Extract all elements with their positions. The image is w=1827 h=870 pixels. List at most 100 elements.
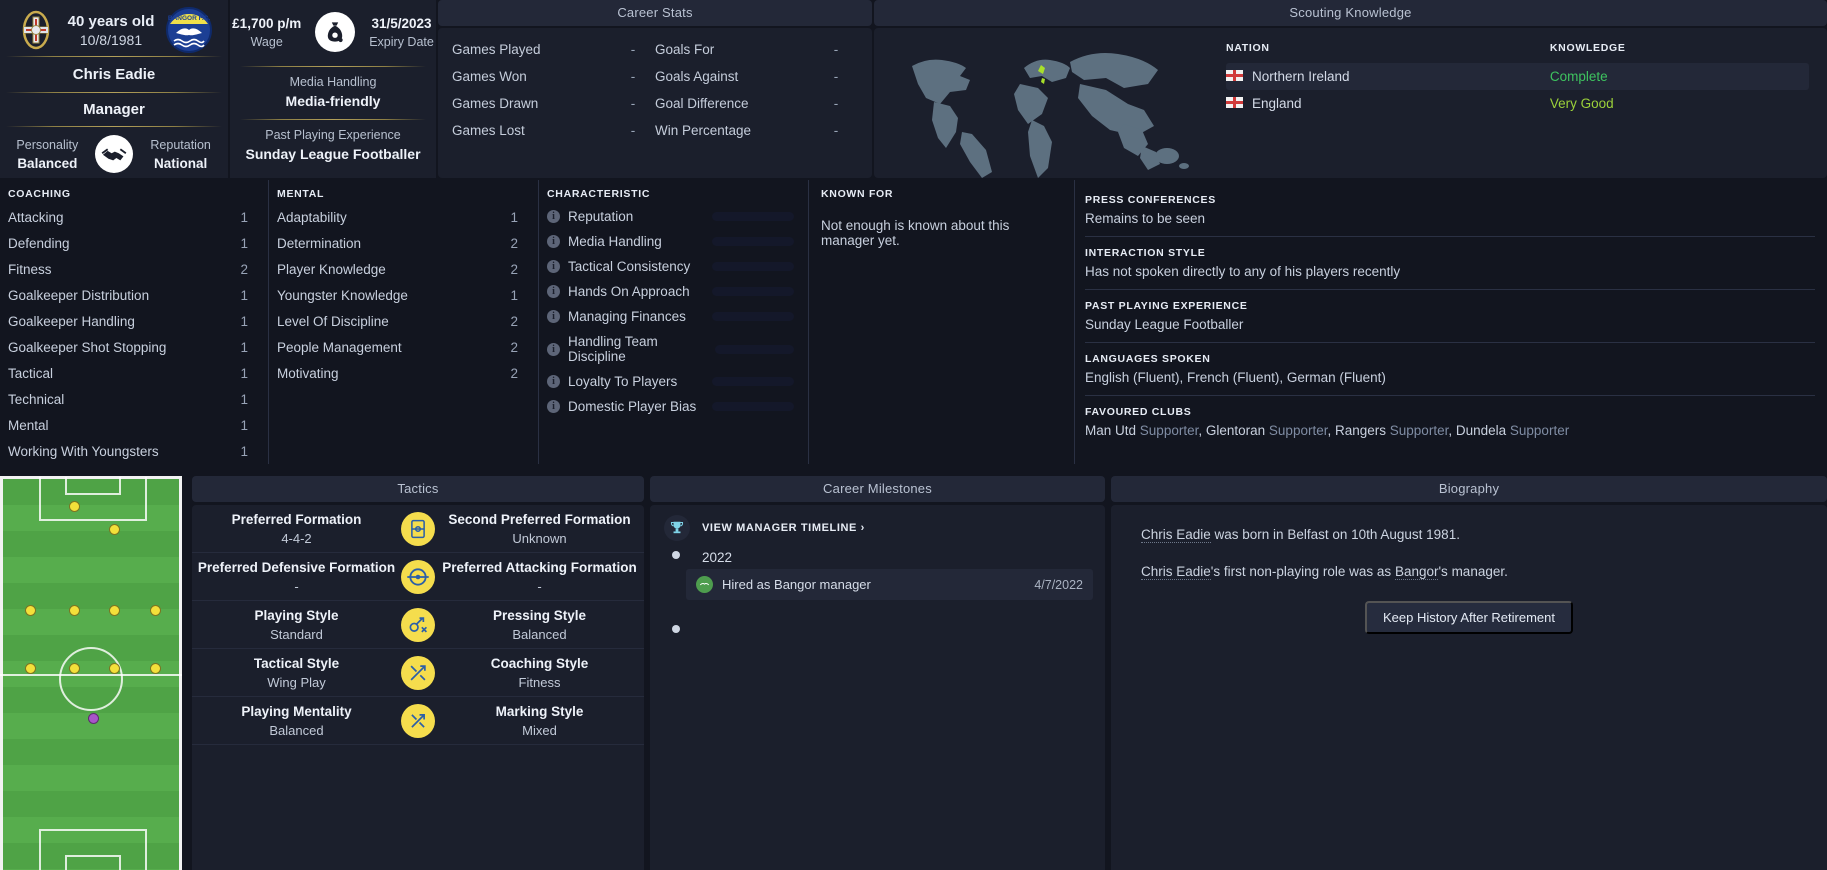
- career-stat-label: Win Percentage: [655, 123, 752, 138]
- attribute-row[interactable]: Determination 2: [269, 230, 528, 256]
- press-block-heading: PRESS CONFERENCES: [1085, 194, 1216, 206]
- timeline-dot-top: [672, 551, 680, 559]
- favoured-club-name[interactable]: Rangers: [1335, 423, 1386, 438]
- target-icon: [401, 559, 435, 594]
- bio-text-1: was born in Belfast on 10th August 1981.: [1210, 527, 1460, 542]
- attribute-value: 1: [240, 339, 248, 355]
- attribute-row[interactable]: Goalkeeper Distribution 1: [0, 282, 258, 308]
- goalkeeper-dot[interactable]: [88, 713, 99, 724]
- characteristic-row[interactable]: i Hands On Approach: [539, 279, 798, 304]
- attribute-row[interactable]: Level Of Discipline 2: [269, 308, 528, 334]
- attribute-name: Player Knowledge: [277, 261, 386, 277]
- characteristic-row[interactable]: i Managing Finances: [539, 304, 798, 329]
- favoured-club-name[interactable]: Dundela: [1456, 423, 1506, 438]
- characteristic-row[interactable]: i Media Handling: [539, 229, 798, 254]
- player-dot[interactable]: [69, 663, 80, 674]
- career-stats-grid: Games Played - Goals For - Games Won - Goals A…: [452, 37, 858, 143]
- mentality-icon: [401, 703, 435, 738]
- attribute-row[interactable]: Goalkeeper Handling 1: [0, 308, 258, 334]
- attribute-name: People Management: [277, 339, 402, 355]
- divider: [1085, 289, 1815, 290]
- attribute-row[interactable]: Attacking 1: [0, 204, 258, 230]
- attribute-name: Level Of Discipline: [277, 313, 389, 329]
- attribute-row[interactable]: Fitness 2: [0, 256, 258, 282]
- player-dot[interactable]: [25, 605, 36, 616]
- biography-title: Biography: [1111, 476, 1827, 502]
- characteristic-list: i Reputation i Media Handling i Tactical Cons…: [539, 204, 798, 419]
- past-experience-value: Sunday League Footballer: [245, 146, 421, 162]
- attribute-row[interactable]: Working With Youngsters 1: [0, 438, 258, 464]
- favoured-club-relation: Supporter: [1268, 423, 1328, 438]
- characteristic-heading: CHARACTERISTIC: [547, 188, 651, 200]
- attribute-value: 1: [240, 313, 248, 329]
- attribute-row[interactable]: Defending 1: [0, 230, 258, 256]
- tactics-right-value: -: [537, 578, 542, 594]
- attribute-value: 1: [240, 287, 248, 303]
- player-dot[interactable]: [109, 524, 120, 535]
- info-icon[interactable]: i: [547, 375, 560, 388]
- tactics-right-label: Pressing Style: [492, 607, 587, 623]
- characteristic-row[interactable]: i Handling Team Discipline: [539, 329, 798, 369]
- attribute-value: 2: [510, 261, 518, 277]
- tactics-right-label: Marking Style: [495, 703, 584, 719]
- pitch-graphic[interactable]: [0, 476, 182, 870]
- favoured-club-relation: Supporter: [1139, 423, 1199, 438]
- attribute-row[interactable]: Technical 1: [0, 386, 258, 412]
- attribute-row[interactable]: Youngster Knowledge 1: [269, 282, 528, 308]
- player-dot[interactable]: [150, 663, 161, 674]
- info-icon[interactable]: i: [547, 400, 560, 413]
- formation-pitch-panel[interactable]: [0, 476, 186, 870]
- keep-history-after-retirement-button[interactable]: Keep History After Retirement: [1365, 601, 1573, 634]
- info-icon[interactable]: i: [547, 285, 560, 298]
- milestone-date: 4/7/2022: [1034, 577, 1083, 592]
- player-dot[interactable]: [69, 605, 80, 616]
- press-column: PRESS CONFERENCES Remains to be seen INTER…: [1074, 180, 1827, 464]
- view-manager-timeline-link[interactable]: VIEW MANAGER TIMELINE ›: [702, 522, 865, 534]
- six-yard-box-top: [65, 477, 121, 495]
- favoured-club-name[interactable]: Man Utd: [1085, 423, 1136, 438]
- tactics-rows: Preferred Formation 4-4-2 Second Preferred…: [192, 505, 644, 745]
- favoured-club-name[interactable]: Glentoran: [1206, 423, 1265, 438]
- characteristic-row[interactable]: i Reputation: [539, 204, 798, 229]
- player-dot[interactable]: [150, 605, 161, 616]
- characteristic-row[interactable]: i Tactical Consistency: [539, 254, 798, 279]
- pitch-icon: [401, 511, 435, 546]
- timeline-line: [675, 553, 677, 627]
- characteristic-name: Domestic Player Bias: [568, 399, 697, 414]
- world-map[interactable]: [874, 28, 1204, 178]
- timeline-link-row[interactable]: VIEW MANAGER TIMELINE ›: [664, 515, 1093, 541]
- info-icon[interactable]: i: [547, 210, 560, 223]
- info-icon[interactable]: i: [547, 260, 560, 273]
- knowledge-row[interactable]: Northern Ireland Complete: [1226, 63, 1809, 90]
- player-dot[interactable]: [109, 663, 120, 674]
- press-block-text: Remains to be seen: [1085, 211, 1206, 226]
- contract-header: £1,700 p/m Wage 31/5/2023 Expiry Date: [230, 12, 436, 52]
- knowledge-row[interactable]: England Very Good: [1226, 90, 1809, 117]
- info-icon[interactable]: i: [547, 342, 560, 356]
- tactics-right: Coaching Style Fitness: [435, 656, 644, 690]
- attribute-row[interactable]: People Management 2: [269, 334, 528, 360]
- attribute-row[interactable]: Motivating 2: [269, 360, 528, 386]
- press-block-heading: INTERACTION STYLE: [1085, 247, 1206, 259]
- info-icon[interactable]: i: [547, 310, 560, 323]
- characteristic-row[interactable]: i Loyalty To Players: [539, 369, 798, 394]
- milestone-entry[interactable]: Hired as Bangor manager 4/7/2022: [686, 569, 1093, 600]
- coaching-heading: COACHING: [8, 188, 71, 200]
- nation-name: Northern Ireland: [1252, 69, 1350, 84]
- press-blocks: PRESS CONFERENCES Remains to be seen INTER…: [1085, 188, 1827, 393]
- player-dot[interactable]: [109, 605, 120, 616]
- attribute-row[interactable]: Tactical 1: [0, 360, 258, 386]
- attribute-row[interactable]: Goalkeeper Shot Stopping 1: [0, 334, 258, 360]
- tactics-left-value: Wing Play: [267, 674, 326, 690]
- attribute-row[interactable]: Adaptability 1: [269, 204, 528, 230]
- personality-cell: Personality Balanced: [12, 138, 82, 171]
- attribute-value: 1: [240, 443, 248, 459]
- attribute-row[interactable]: Mental 1: [0, 412, 258, 438]
- info-icon[interactable]: i: [547, 235, 560, 248]
- characteristic-row[interactable]: i Domestic Player Bias: [539, 394, 798, 419]
- player-dot[interactable]: [25, 663, 36, 674]
- player-dot[interactable]: [69, 501, 80, 512]
- attribute-value: 1: [240, 365, 248, 381]
- attribute-row[interactable]: Player Knowledge 2: [269, 256, 528, 282]
- bangor-fc-crest-icon[interactable]: BANGOR F.C.: [166, 7, 213, 53]
